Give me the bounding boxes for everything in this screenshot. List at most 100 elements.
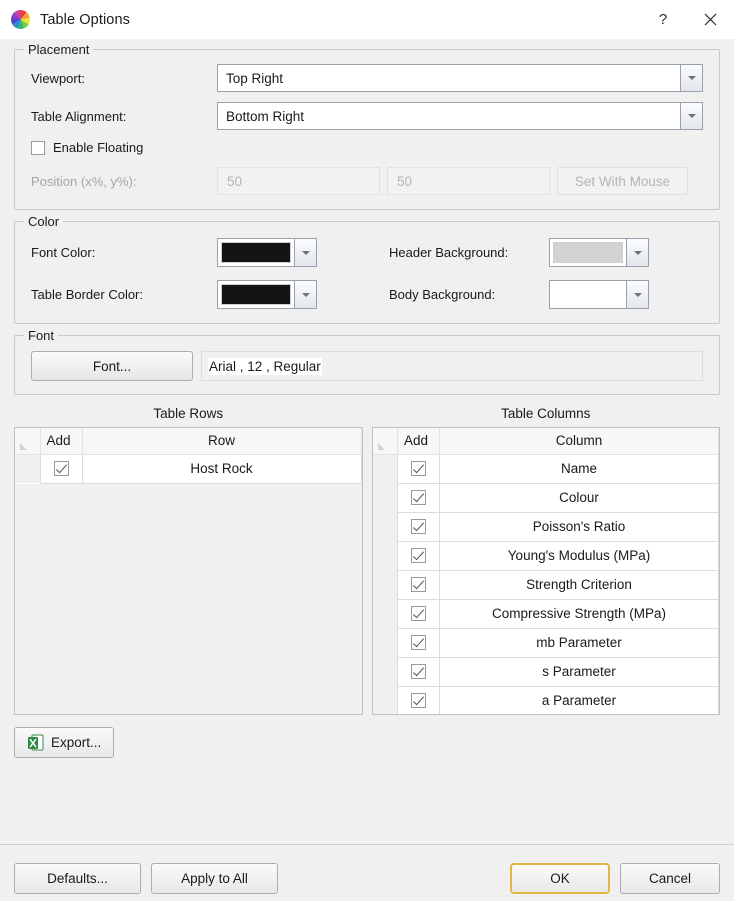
apply-to-all-button[interactable]: Apply to All [151,863,278,894]
checkbox-checked-icon[interactable] [411,490,426,505]
checkbox-checked-icon[interactable] [411,548,426,563]
help-icon[interactable]: ? [640,0,686,39]
checkbox-checked-icon[interactable] [411,693,426,708]
select-all-corner[interactable] [15,428,40,454]
table-columns-header-add[interactable]: Add [398,428,440,454]
row-selector[interactable] [373,628,398,657]
table-border-color-picker[interactable] [217,280,317,309]
position-row: Position (x%, y%): 50 50 Set With Mouse [31,167,703,195]
table-rows-header-row[interactable]: Row [82,428,361,454]
row-selector[interactable] [373,512,398,541]
cancel-button[interactable]: Cancel [620,863,720,894]
column-name-cell[interactable]: s Parameter [440,657,719,686]
font-group: Font Font... Arial , 12 , Regular [14,335,720,395]
font-value-text: Arial , 12 , Regular [208,358,322,375]
row-selector[interactable] [373,686,398,715]
close-icon[interactable] [686,0,734,39]
column-name-cell[interactable]: Name [440,454,719,483]
table-columns-frame[interactable]: Add Column Name Colour Poisson's Ratio Y… [372,427,721,715]
font-color-label: Font Color: [31,245,217,260]
row-add-checkbox-cell[interactable] [398,454,440,483]
dialog-footer: Defaults... Apply to All OK Cancel [0,845,734,901]
title-bar-buttons: ? [640,0,734,39]
row-add-checkbox-cell[interactable] [398,657,440,686]
font-button[interactable]: Font... [31,351,193,381]
table-row[interactable]: Compressive Strength (MPa) [373,599,719,628]
chevron-down-icon[interactable] [626,281,648,308]
font-color-swatch [221,242,291,263]
table-row[interactable]: Host Rock [15,454,361,483]
ok-button[interactable]: OK [510,863,610,894]
column-name-cell[interactable]: Colour [440,483,719,512]
position-x-input[interactable]: 50 [217,167,380,195]
table-row[interactable]: a Parameter [373,686,719,715]
table-row[interactable]: mb Parameter [373,628,719,657]
checkbox-checked-icon[interactable] [54,461,69,476]
position-y-input[interactable]: 50 [387,167,550,195]
table-row[interactable]: Name [373,454,719,483]
table-columns-header-column[interactable]: Column [440,428,719,454]
chevron-down-icon[interactable] [294,281,316,308]
chevron-down-icon[interactable] [680,65,702,91]
chevron-down-icon[interactable] [680,103,702,129]
column-name-cell[interactable]: Poisson's Ratio [440,512,719,541]
table-row[interactable]: Poisson's Ratio [373,512,719,541]
checkbox-box [31,141,45,155]
export-button[interactable]: Export... [14,727,114,758]
table-row[interactable]: Young's Modulus (MPa) [373,541,719,570]
row-selector[interactable] [373,599,398,628]
checkbox-checked-icon[interactable] [411,577,426,592]
table-rows-caption: Table Rows [14,406,363,427]
viewport-combobox[interactable]: Top Right [217,64,703,92]
font-color-picker[interactable] [217,238,317,267]
table-columns-grid: Add Column Name Colour Poisson's Ratio Y… [373,428,720,715]
row-add-checkbox-cell[interactable] [398,599,440,628]
row-name-cell[interactable]: Host Rock [82,454,361,483]
column-name-cell[interactable]: Young's Modulus (MPa) [440,541,719,570]
table-row[interactable]: Colour [373,483,719,512]
chevron-down-icon[interactable] [294,239,316,266]
row-add-checkbox-cell[interactable] [398,570,440,599]
body-background-picker[interactable] [549,280,649,309]
checkbox-checked-icon[interactable] [411,606,426,621]
row-selector[interactable] [373,657,398,686]
row-add-checkbox-cell[interactable] [398,483,440,512]
set-with-mouse-button[interactable]: Set With Mouse [557,167,688,195]
table-header-row: Add Column [373,428,719,454]
row-add-checkbox-cell[interactable] [398,686,440,715]
row-selector[interactable] [373,570,398,599]
table-row[interactable]: Strength Criterion [373,570,719,599]
row-selector[interactable] [373,483,398,512]
table-alignment-combobox[interactable]: Bottom Right [217,102,703,130]
enable-floating-checkbox[interactable]: Enable Floating [31,140,143,155]
table-rows-grid: Add Row Host Rock [15,428,362,484]
row-add-checkbox-cell[interactable] [398,541,440,570]
color-wheel-icon [11,10,30,29]
defaults-button[interactable]: Defaults... [14,863,141,894]
column-name-cell[interactable]: Strength Criterion [440,570,719,599]
viewport-value: Top Right [218,65,680,91]
column-name-cell[interactable]: a Parameter [440,686,719,715]
row-selector[interactable] [15,454,40,483]
row-add-checkbox-cell[interactable] [398,628,440,657]
table-alignment-row: Table Alignment: Bottom Right [31,102,703,130]
column-name-cell[interactable]: mb Parameter [440,628,719,657]
table-header-row: Add Row [15,428,361,454]
table-rows-header-add[interactable]: Add [40,428,82,454]
chevron-down-icon[interactable] [626,239,648,266]
checkbox-checked-icon[interactable] [411,461,426,476]
color-legend: Color [24,214,63,229]
checkbox-checked-icon[interactable] [411,519,426,534]
row-add-checkbox-cell[interactable] [40,454,82,483]
select-all-corner[interactable] [373,428,398,454]
row-selector[interactable] [373,541,398,570]
column-name-cell[interactable]: Compressive Strength (MPa) [440,599,719,628]
checkbox-checked-icon[interactable] [411,664,426,679]
table-rows-frame[interactable]: Add Row Host Rock [14,427,363,715]
checkbox-checked-icon[interactable] [411,635,426,650]
row-add-checkbox-cell[interactable] [398,512,440,541]
row-selector[interactable] [373,454,398,483]
header-background-label: Header Background: [389,245,549,260]
header-background-picker[interactable] [549,238,649,267]
table-row[interactable]: s Parameter [373,657,719,686]
